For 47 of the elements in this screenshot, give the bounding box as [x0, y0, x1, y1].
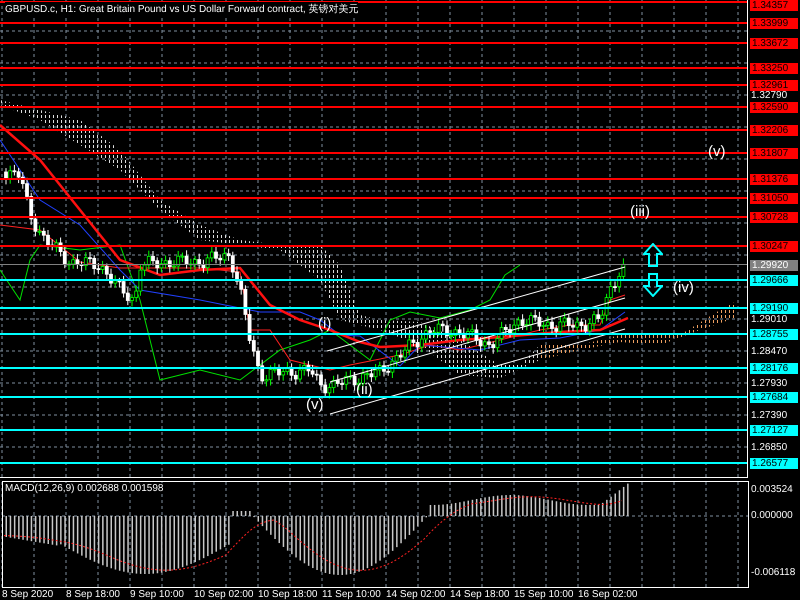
time-tick-label: 14 Sep 18:00 [450, 589, 510, 600]
wave-label: (iii) [630, 203, 650, 220]
time-tick-label: 9 Sep 10:00 [130, 589, 184, 600]
price-tick-label: 1.27390 [751, 410, 788, 421]
wave-label: (iv) [673, 279, 694, 296]
indicator-tick-label: 0.000000 [751, 510, 793, 522]
price-tick-label: 1.32790 [751, 90, 788, 101]
price-label: 1.30247 [750, 240, 798, 252]
price-label: 1.32206 [750, 124, 798, 136]
price-tick-label: 1.27930 [751, 378, 788, 389]
time-tick-label: 10 Sep 02:00 [194, 589, 254, 600]
price-label: 1.31807 [750, 148, 798, 160]
price-tick-label: 1.26850 [751, 442, 788, 453]
price-label: 1.28176 [750, 363, 798, 374]
price-label: 1.33672 [750, 38, 798, 49]
price-label: 1.31376 [750, 174, 798, 185]
price-label: 1.30728 [750, 212, 798, 224]
indicator-tick-label: 0.003524 [751, 484, 793, 496]
price-label: 1.26577 [750, 458, 798, 469]
price-label: 1.29190 [750, 303, 798, 314]
price-label: 1.32961 [750, 80, 798, 91]
indicator-title: MACD(12,26,9) 0.002688 0.001598 [5, 483, 164, 494]
price-label: 1.34357 [750, 0, 798, 11]
price-label: 1.31050 [750, 193, 798, 204]
arrow-down-icon [643, 273, 663, 297]
time-tick-label: 8 Sep 18:00 [66, 589, 120, 600]
price-tick-label: 1.28470 [751, 346, 788, 357]
wave-label: (ii) [356, 381, 373, 398]
chart-title: GBPUSD.c, H1: Great Britain Pound vs US Dollar Forward contract, 英镑对美元 [5, 2, 358, 16]
indicator-tick-label: -0.006118 [751, 567, 796, 579]
arrow-up-icon [643, 243, 663, 267]
time-tick-label: 10 Sep 18:00 [258, 589, 318, 600]
time-tick-label: 11 Sep 10:00 [322, 589, 381, 600]
time-tick-label: 14 Sep 02:00 [386, 589, 446, 600]
time-tick-label: 15 Sep 10:00 [514, 589, 574, 600]
wave-label: (v) [306, 396, 324, 413]
time-tick-label: 8 Sep 2020 [2, 589, 54, 600]
price-label: 1.32590 [750, 102, 798, 113]
price-label: 1.29666 [750, 274, 798, 286]
price-label: 1.33999 [750, 18, 798, 30]
price-label: 1.27127 [750, 425, 798, 436]
price-label: 1.28755 [750, 328, 798, 340]
time-tick-label: 16 Sep 02:00 [578, 589, 638, 600]
price-label: 1.33250 [750, 62, 798, 74]
price-tick-label: 1.29010 [751, 314, 788, 325]
price-label: 1.27684 [750, 392, 798, 404]
price-label: 1.29920 [750, 260, 798, 271]
